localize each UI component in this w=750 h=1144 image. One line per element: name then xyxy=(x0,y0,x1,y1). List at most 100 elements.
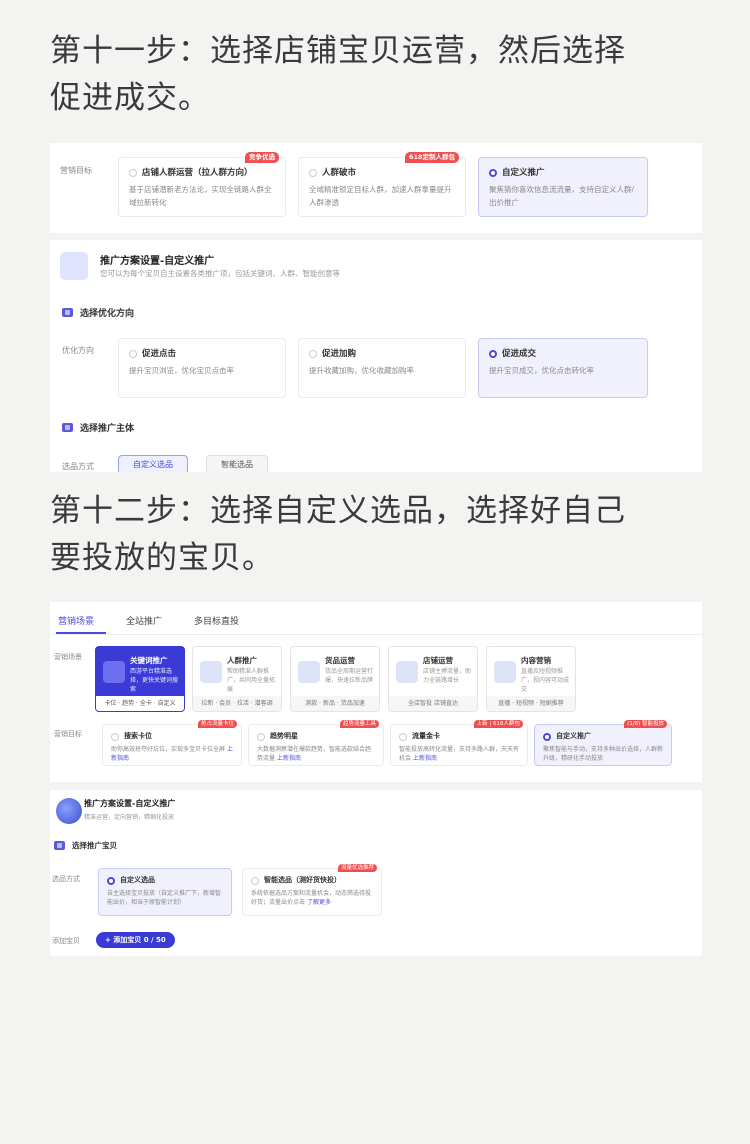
select-method-label-2: 选品方式 xyxy=(52,875,80,883)
card-title: 促进点击 xyxy=(142,349,177,359)
badge: 竞争优选 xyxy=(245,152,279,163)
scene-desc: 直播及短视频推广，视内容可动成交 xyxy=(521,668,570,693)
card-title: 自定义推广 xyxy=(502,168,545,178)
scene-desc: 店铺主搏流量，助力全链路增长 xyxy=(423,668,472,684)
goal-card-crowd-market[interactable]: 618定制人群包 人群破市 全域精准锁定目标人群，加速人群拿量提升人群渗透 xyxy=(298,152,466,217)
tab-smart-select[interactable]: 智能选品 xyxy=(206,455,268,472)
select-custom[interactable]: 自定义选品 自主选择宝贝投放（自定义推广下，新增智能出价，相当于原智能计划） xyxy=(98,868,232,916)
card-desc: 基于店铺潜新老方法论，实现全链路人群全域拉新转化 xyxy=(129,185,272,207)
opt-card-cart[interactable]: 促进加购 提升收藏加购，优化收藏加购率 xyxy=(298,338,466,398)
goal-link[interactable]: 上新指南 xyxy=(277,755,301,762)
product-select-panel: 推广方案设置-自定义推广 精准运营，定向营销，精细化投放 选择推广宝贝 选品方式… xyxy=(50,790,702,956)
goal-custom-promo[interactable]: (1/8) 智能投放 自定义推广 聚焦智能与手动，支持多种出价选择，人群新升级，… xyxy=(534,720,672,766)
scene-title: 关键词推广 xyxy=(130,656,168,665)
select-method-label: 选品方式 xyxy=(62,462,94,471)
learn-more-link[interactable]: 了解更多 xyxy=(307,899,331,906)
card-title: 人群破市 xyxy=(322,168,357,178)
goal-title: 搜索卡位 xyxy=(124,732,152,740)
goal-title: 流量金卡 xyxy=(412,732,440,740)
goal-desc: 助你高效抢夺好坑位，实现多宝贝卡位全屏 xyxy=(111,746,226,753)
scene-crowd[interactable]: 人群推广 帮助精准人群推广，共同用全量拓展 拉新 · 会员 · 拉活 · 潜客调 xyxy=(192,646,282,712)
card-title: 促进成交 xyxy=(502,349,537,359)
card-title: 促进加购 xyxy=(322,349,357,359)
scene-title: 人群推广 xyxy=(227,656,257,665)
add-product-button[interactable]: + 添加宝贝 0 / 50 xyxy=(96,932,175,948)
scene-foot: 测款 · 新品 · 货品加速 xyxy=(291,696,379,711)
card-desc: 提升收藏加购，优化收藏加购率 xyxy=(309,366,414,375)
section-icon xyxy=(62,423,73,432)
card-desc: 提升宝贝浏览，优化宝贝点击率 xyxy=(129,366,234,375)
radio-selected[interactable] xyxy=(107,876,115,885)
radio-selected[interactable] xyxy=(489,350,497,358)
goal-search-rank[interactable]: 抢占流量卡位 搜索卡位 助你高效抢夺好坑位，实现多宝贝卡位全屏 上新指南 xyxy=(102,720,242,766)
goal-label-2: 营销目标 xyxy=(54,730,82,738)
section-select-product: 选择推广宝贝 xyxy=(54,840,117,851)
badge: 抢占流量卡位 xyxy=(197,720,237,728)
scene-title: 内容营销 xyxy=(521,656,551,665)
tab-marketing-scene[interactable]: 营销场景 xyxy=(58,614,94,627)
plan-icon xyxy=(56,798,82,824)
scene-store[interactable]: 店铺运营 店铺主搏流量，助力全链路增长 全店智投 店铺直达 xyxy=(388,646,478,712)
opt-card-deal[interactable]: 促进成交 提升宝贝成交，优化点击转化率 xyxy=(478,338,648,398)
goal-label: 营销目标 xyxy=(60,166,92,175)
badge: 趋势流量工具 xyxy=(339,720,379,728)
radio[interactable] xyxy=(257,732,265,741)
plan-title: 推广方案设置-自定义推广 xyxy=(84,799,176,808)
goal-link[interactable]: 上新指南 xyxy=(413,755,437,762)
radio-selected[interactable] xyxy=(543,732,551,741)
select-title: 自定义选品 xyxy=(120,876,155,884)
plan-icon xyxy=(60,252,88,280)
card-title: 店铺人群运营（拉人群方向） xyxy=(142,168,253,178)
add-product-label: 添加宝贝 xyxy=(52,937,80,945)
section-icon xyxy=(62,308,73,317)
scene-foot: 拉新 · 会员 · 拉活 · 潜客调 xyxy=(193,696,281,711)
select-title: 智能选品（测好货快投） xyxy=(264,876,341,884)
goal-title: 趋势明星 xyxy=(270,732,298,740)
scene-content[interactable]: 内容营销 直播及短视频推广，视内容可动成交 直播 · 短视频 · 短剧推荐 xyxy=(486,646,576,712)
scene-desc: 西游平台精准选择，更快关键词搜索 xyxy=(130,668,179,693)
select-smart[interactable]: 流量优选推荐 智能选品（测好货快投） 系统依据选品方案和流量机会，动态筛选待投好… xyxy=(242,864,382,916)
section-title: 选择推广主体 xyxy=(80,424,135,434)
scene-goods[interactable]: 货品运营 货品全周期运营打爆，快速拉新品牌 测款 · 新品 · 货品加速 xyxy=(290,646,380,712)
scene-icon xyxy=(396,661,418,683)
radio[interactable] xyxy=(251,876,259,885)
goal-card-store-crowd[interactable]: 竞争优选 店铺人群运营（拉人群方向） 基于店铺潜新老方法论，实现全链路人群全域拉… xyxy=(118,152,286,217)
radio[interactable] xyxy=(309,169,317,177)
radio[interactable] xyxy=(129,350,137,358)
tab-site-promo[interactable]: 全站推广 xyxy=(126,614,162,627)
scene-foot: 全店智投 店铺直达 xyxy=(389,696,477,711)
scene-label: 营销场景 xyxy=(54,653,82,661)
section-icon xyxy=(54,841,65,850)
badge: (1/8) 智能投放 xyxy=(624,720,667,728)
badge: 上新 | 618人群包 xyxy=(473,720,523,728)
opt-card-click[interactable]: 促进点击 提升宝贝浏览，优化宝贝点击率 xyxy=(118,338,286,398)
goal-card-custom[interactable]: 自定义推广 聚焦猜你喜欢信息流流量，支持自定义人群/出价推广 xyxy=(478,157,648,217)
badge: 流量优选推荐 xyxy=(337,864,377,872)
plan-subtitle: 您可以为每个宝贝自主设置各类推广项，包括关键词、人群、智能创意等 xyxy=(100,269,340,278)
tab-divider xyxy=(50,634,702,635)
plan-subtitle: 精准运营，定向营销，精细化投放 xyxy=(84,814,175,821)
tab-multi-goal[interactable]: 多目标直投 xyxy=(194,614,239,627)
radio[interactable] xyxy=(399,732,407,741)
scene-desc: 货品全周期运营打爆，快速拉新品牌 xyxy=(325,668,374,684)
scene-keyword[interactable]: 关键词推广 西游平台精准选择，更快关键词搜索 卡位 · 趋势 · 全卡 · 自定… xyxy=(95,646,185,712)
radio[interactable] xyxy=(111,732,119,741)
badge: 618定制人群包 xyxy=(404,152,459,163)
goal-trend-star[interactable]: 趋势流量工具 趋势明星 大数据洞察潜在爆款趋势，智能选款结合趋势流量 上新指南 xyxy=(248,720,384,766)
radio[interactable] xyxy=(129,169,137,177)
scene-panel: 营销场景 全站推广 多目标直投 营销场景 关键词推广 西游平台精准选择，更快关键… xyxy=(50,602,702,782)
goal-desc: 大数据洞察潜在爆款趋势，智能选款结合趋势流量 xyxy=(257,746,372,762)
goal-traffic-card[interactable]: 上新 | 618人群包 流量金卡 智能投放高转化流量，支持多路人群，天天有机会 … xyxy=(390,720,528,766)
scene-foot: 直播 · 短视频 · 短剧推荐 xyxy=(487,696,575,711)
card-desc: 聚焦猜你喜欢信息流流量，支持自定义人群/出价推广 xyxy=(489,185,635,207)
radio-selected[interactable] xyxy=(489,169,497,177)
tab-custom-select[interactable]: 自定义选品 xyxy=(118,455,188,472)
radio[interactable] xyxy=(309,350,317,358)
plan-title: 推广方案设置-自定义推广 xyxy=(100,256,215,267)
step11-heading: 第十一步：选择店铺宝贝运营，然后选择 促进成交。 xyxy=(50,33,626,116)
goal-desc: 聚焦智能与手动，支持多种出价选择，人群新升级，精研化手动投放 xyxy=(543,746,664,762)
step12-heading: 第十二步：选择自定义选品，选择好自己 要投放的宝贝。 xyxy=(50,493,626,576)
scene-desc: 帮助精准人群推广，共同用全量拓展 xyxy=(227,668,276,693)
section-title: 选择推广宝贝 xyxy=(72,841,117,850)
section-title: 选择优化方向 xyxy=(80,309,135,319)
